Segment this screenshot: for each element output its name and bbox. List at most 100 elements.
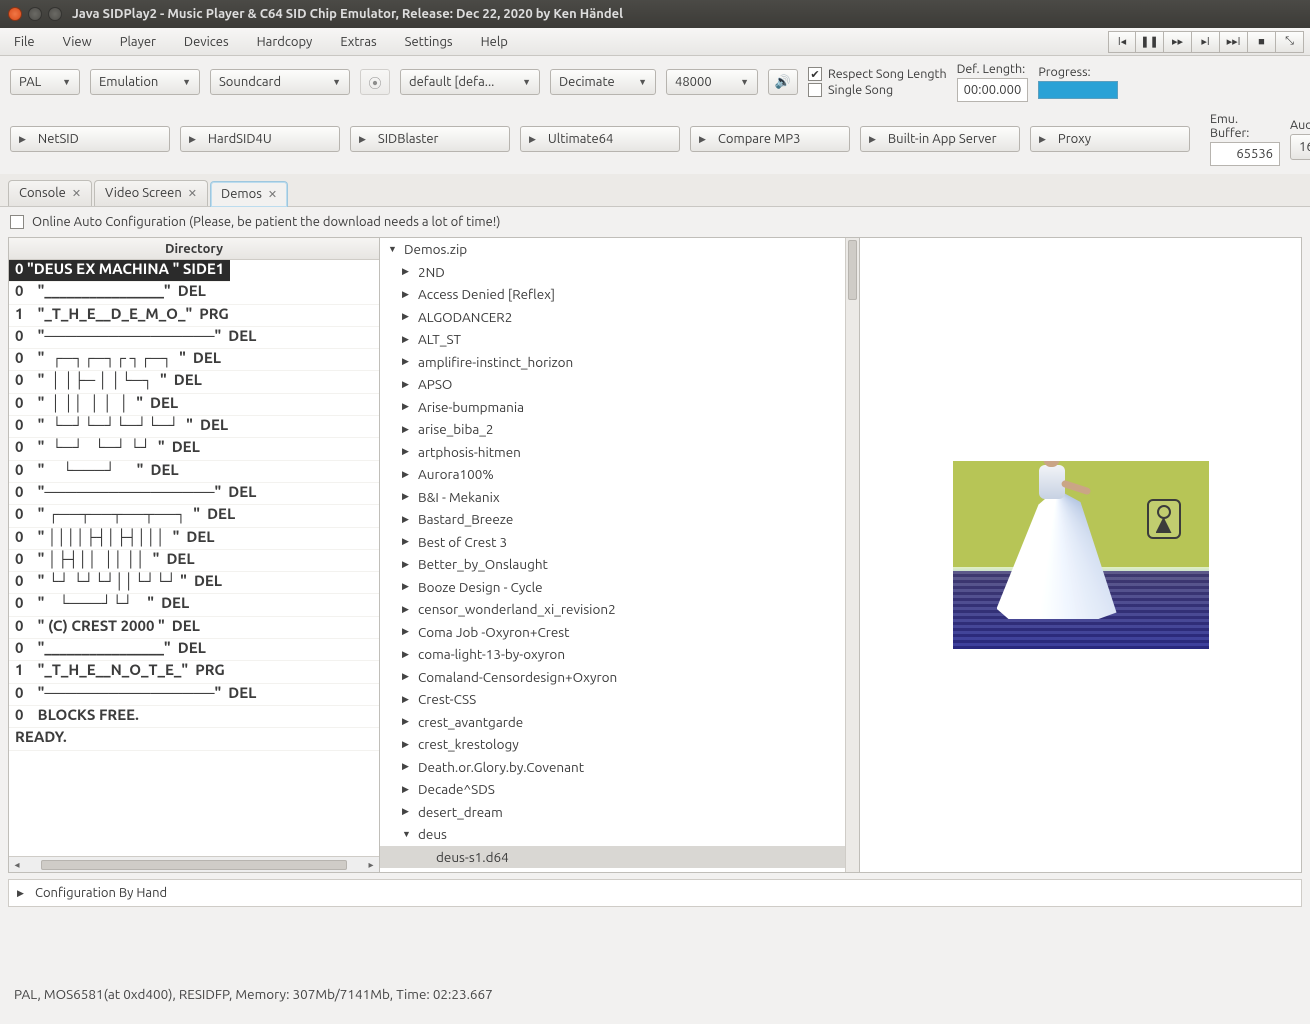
netsid-button[interactable]: ▶NetSID — [10, 126, 170, 152]
skip-forward-icon[interactable]: ▸I — [1192, 31, 1220, 53]
audio-buffer-select[interactable]: 16384▼ — [1290, 134, 1310, 160]
tree-folder[interactable]: ▶crest_avantgarde — [380, 711, 859, 734]
tree-folder[interactable]: ▶Bastard_Breeze — [380, 508, 859, 531]
directory-row[interactable]: 0 "────────────────" DEL — [9, 684, 379, 706]
tree-folder-open[interactable]: ▼deus — [380, 823, 859, 846]
directory-row[interactable]: 1 "_T_H_E__N_O_T_E_" PRG — [9, 661, 379, 683]
tree-folder[interactable]: ▶2ND — [380, 261, 859, 284]
tree-folder[interactable]: ▶censor_wonderland_xi_revision2 — [380, 598, 859, 621]
tree-folder[interactable]: ▶Crest-CSS — [380, 688, 859, 711]
tree-folder[interactable]: ▶Aurora100% — [380, 463, 859, 486]
tree-folder[interactable]: ▶Better_by_Onslaught — [380, 553, 859, 576]
tree-folder[interactable]: ▶ALGODANCER2 — [380, 306, 859, 329]
tree-folder[interactable]: ▶amplifire-instinct_horizon — [380, 351, 859, 374]
menu-extras[interactable]: Extras — [326, 28, 390, 55]
main-split: Directory 0 "DEUS EX MACHINA " SIDE1 0 "… — [0, 237, 1310, 879]
window-titlebar: Java SIDPlay2 - Music Player & C64 SID C… — [0, 0, 1310, 28]
tree-file[interactable]: deus-s1.d64 — [380, 846, 859, 869]
tab-console[interactable]: Console✕ — [8, 180, 92, 206]
def-length-field[interactable]: 00:00.000 — [957, 78, 1029, 102]
directory-row[interactable]: 0 " └─┘└─┘└─┘└─┘ " DEL — [9, 416, 379, 438]
mode-select[interactable]: Emulation▼ — [90, 69, 200, 95]
directory-row[interactable]: 0 " ┌─┐┌─┐┌ ┐┌─┐ " DEL — [9, 349, 379, 371]
tree-folder[interactable]: ▶Best of Crest 3 — [380, 531, 859, 554]
tree-folder[interactable]: ▶Decade^SDS — [380, 778, 859, 801]
compare-mp3-button[interactable]: ▶Compare MP3 — [690, 126, 850, 152]
directory-row[interactable]: 0 "________________" DEL — [9, 639, 379, 661]
stop-icon[interactable]: ■ — [1248, 31, 1276, 53]
directory-row[interactable]: 0 "────────────────" DEL — [9, 483, 379, 505]
tree-folder[interactable]: ▶desert_dream — [380, 801, 859, 824]
directory-row[interactable]: 0 " (C) CREST 2000 " DEL — [9, 617, 379, 639]
speaker-icon[interactable]: 🔊 — [768, 69, 798, 95]
directory-row[interactable]: 0 " ││││├┤│├┤│││ " DEL — [9, 528, 379, 550]
menu-player[interactable]: Player — [106, 28, 170, 55]
directory-row[interactable]: 0 "________________" DEL — [9, 282, 379, 304]
maximize-icon[interactable] — [48, 7, 62, 21]
tree-folder[interactable]: ▶APSO — [380, 373, 859, 396]
menu-file[interactable]: File — [0, 28, 49, 55]
device-select[interactable]: default [defa...▼ — [400, 69, 540, 95]
record-icon[interactable]: ⦿ — [360, 69, 390, 95]
tree-folder[interactable]: ▶arise_biba_2 — [380, 418, 859, 441]
close-icon[interactable] — [8, 7, 22, 21]
fast-forward-icon[interactable]: ▸▸ — [1164, 31, 1192, 53]
skip-end-icon[interactable]: ▸▸I — [1220, 31, 1248, 53]
hardsid4u-button[interactable]: ▶HardSID4U — [180, 126, 340, 152]
config-by-hand-row[interactable]: ▶ Configuration By Hand — [8, 879, 1302, 907]
sidblaster-button[interactable]: ▶SIDBlaster — [350, 126, 510, 152]
horizontal-scrollbar[interactable]: ◂▸ — [9, 856, 379, 872]
file-tree[interactable]: ▼Demos.zip ▶2ND▶Access Denied [Reflex]▶A… — [380, 238, 859, 872]
tree-folder[interactable]: ▶Arise-bumpmania — [380, 396, 859, 419]
close-icon[interactable]: ✕ — [188, 187, 197, 200]
menu-settings[interactable]: Settings — [391, 28, 467, 55]
close-icon[interactable]: ✕ — [72, 187, 81, 200]
tree-root[interactable]: ▼Demos.zip — [380, 238, 859, 261]
tree-folder[interactable]: ▶B&I - Mekanix — [380, 486, 859, 509]
directory-row[interactable]: 0 " └┘ └┘└┘││└┘└┘ " DEL — [9, 572, 379, 594]
tree-folder[interactable]: ▶artphosis-hitmen — [380, 441, 859, 464]
proxy-button[interactable]: ▶Proxy — [1030, 126, 1190, 152]
emu-buffer-field[interactable]: 65536 — [1210, 142, 1280, 166]
output-select[interactable]: Soundcard▼ — [210, 69, 350, 95]
tree-folder[interactable]: ▶Booze Design - Cycle — [380, 576, 859, 599]
skip-back-icon[interactable]: I◂ — [1108, 31, 1136, 53]
built-in-app-server-button[interactable]: ▶Built-in App Server — [860, 126, 1020, 152]
fullscreen-exit-icon[interactable]: ⤡ — [1276, 31, 1304, 53]
directory-row[interactable]: 0 " └─┘ └─┘ └┘ " DEL — [9, 438, 379, 460]
vertical-scrollbar[interactable] — [845, 238, 859, 872]
ultimate64-button[interactable]: ▶Ultimate64 — [520, 126, 680, 152]
tree-folder[interactable]: ▶Death.or.Glory.by.Covenant — [380, 756, 859, 779]
respect-song-length-checkbox[interactable]: ✔Respect Song Length — [808, 67, 947, 81]
single-song-checkbox[interactable]: Single Song — [808, 83, 947, 97]
tree-folder[interactable]: ▶Comaland-Censordesign+Oxyron — [380, 666, 859, 689]
tree-folder[interactable]: ▶Access Denied [Reflex] — [380, 283, 859, 306]
directory-row[interactable]: 0 " │├┤││ ││ ││ " DEL — [9, 550, 379, 572]
directory-row[interactable]: 0 " ┌──┬──┬──┬──┐ " DEL — [9, 505, 379, 527]
tree-file[interactable]: deus-s2.d64 — [380, 868, 859, 872]
tree-folder[interactable]: ▶ALT_ST — [380, 328, 859, 351]
minimize-icon[interactable] — [28, 7, 42, 21]
directory-row[interactable]: 0 " └───┘└┘ " DEL — [9, 594, 379, 616]
resample-select[interactable]: Decimate▼ — [550, 69, 656, 95]
directory-row[interactable]: 0 " │ ││ │ │ │ " DEL — [9, 394, 379, 416]
auto-config-checkbox[interactable] — [10, 215, 24, 229]
close-icon[interactable]: ✕ — [268, 188, 277, 201]
tree-folder[interactable]: ▶coma-light-13-by-oxyron — [380, 643, 859, 666]
tree-folder[interactable]: ▶crest_krestology — [380, 733, 859, 756]
tree-folder[interactable]: ▶Coma Job -Oxyron+Crest — [380, 621, 859, 644]
pause-icon[interactable]: ❚❚ — [1136, 31, 1164, 53]
menu-hardcopy[interactable]: Hardcopy — [243, 28, 327, 55]
menu-devices[interactable]: Devices — [170, 28, 243, 55]
menu-help[interactable]: Help — [467, 28, 522, 55]
menu-view[interactable]: View — [49, 28, 106, 55]
tab-video-screen[interactable]: Video Screen✕ — [94, 180, 208, 206]
directory-list[interactable]: 0 "DEUS EX MACHINA " SIDE1 0 "__________… — [9, 260, 379, 856]
tab-demos[interactable]: Demos✕ — [210, 181, 288, 207]
samplerate-select[interactable]: 48000▼ — [666, 69, 758, 95]
directory-row[interactable]: 1 "_T_H_E__D_E_M_O_" PRG — [9, 305, 379, 327]
directory-row[interactable]: 0 " │ │├─ │ │└─┐ " DEL — [9, 371, 379, 393]
directory-row[interactable]: 0 " └───┘ " DEL — [9, 461, 379, 483]
directory-row[interactable]: 0 "────────────────" DEL — [9, 327, 379, 349]
video-standard-select[interactable]: PAL▼ — [10, 69, 80, 95]
